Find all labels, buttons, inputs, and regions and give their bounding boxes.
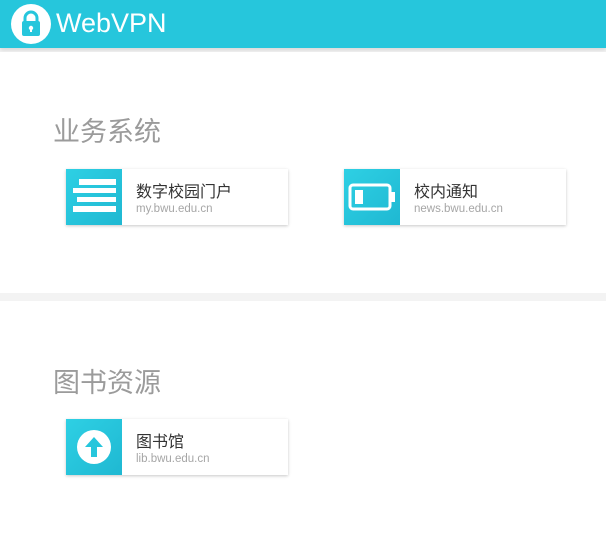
card-icon-tile xyxy=(66,419,122,475)
section-business-systems: 业务系统 数字校园门户 my.bwu.edu.cn 校内通知 news.bwu.… xyxy=(0,52,606,293)
lock-icon xyxy=(22,10,40,36)
section-library-resources: 图书资源 图书馆 lib.bwu.edu.cn xyxy=(0,301,606,534)
list-lines-icon xyxy=(73,179,116,212)
logo[interactable] xyxy=(11,4,51,44)
card-url: lib.bwu.edu.cn xyxy=(136,453,210,465)
card-url: news.bwu.edu.cn xyxy=(414,203,503,215)
section-title: 业务系统 xyxy=(53,117,161,148)
card-url: my.bwu.edu.cn xyxy=(136,203,213,215)
arrow-up-circle-icon xyxy=(77,430,111,464)
app-card-portal[interactable]: 数字校园门户 my.bwu.edu.cn xyxy=(66,169,288,225)
brand-title: WebVPN xyxy=(56,8,167,38)
app-card-news[interactable]: 校内通知 news.bwu.edu.cn xyxy=(344,169,566,225)
app-card-library[interactable]: 图书馆 lib.bwu.edu.cn xyxy=(66,419,288,475)
card-title: 数字校园门户 xyxy=(136,182,233,201)
battery-icon xyxy=(348,183,395,211)
card-icon-tile xyxy=(344,169,400,225)
section-title: 图书资源 xyxy=(53,368,161,399)
top-header: WebVPN xyxy=(0,0,606,48)
card-icon-tile xyxy=(66,169,122,225)
card-title: 校内通知 xyxy=(414,182,479,201)
card-title: 图书馆 xyxy=(136,432,185,451)
